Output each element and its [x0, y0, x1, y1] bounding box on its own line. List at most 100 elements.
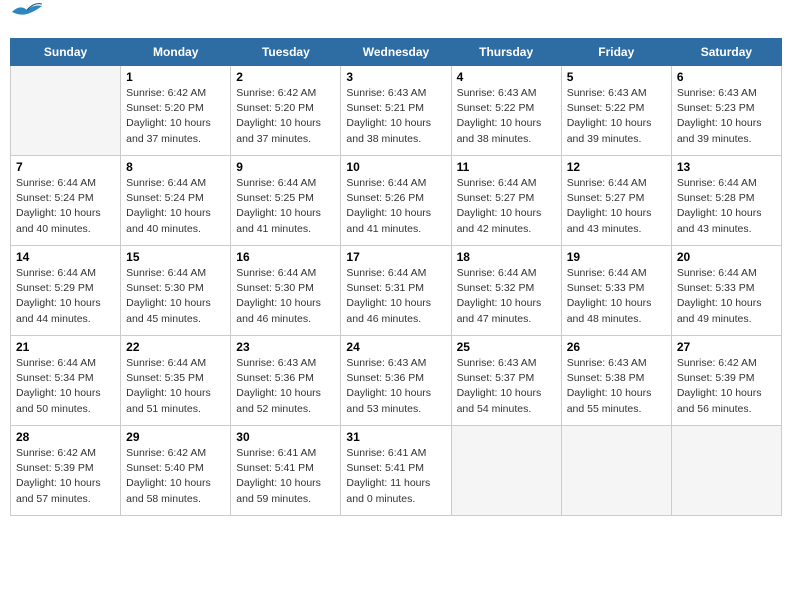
day-number: 17: [346, 250, 445, 264]
day-number: 7: [16, 160, 115, 174]
calendar-cell: [451, 426, 561, 516]
day-info: Sunrise: 6:44 AMSunset: 5:26 PMDaylight:…: [346, 176, 445, 237]
weekday-header-row: SundayMondayTuesdayWednesdayThursdayFrid…: [11, 39, 782, 66]
day-number: 21: [16, 340, 115, 354]
day-number: 29: [126, 430, 225, 444]
day-info: Sunrise: 6:42 AMSunset: 5:20 PMDaylight:…: [126, 86, 225, 147]
day-number: 3: [346, 70, 445, 84]
day-info: Sunrise: 6:43 AMSunset: 5:38 PMDaylight:…: [567, 356, 666, 417]
day-info: Sunrise: 6:42 AMSunset: 5:20 PMDaylight:…: [236, 86, 335, 147]
calendar-cell: 11 Sunrise: 6:44 AMSunset: 5:27 PMDayligh…: [451, 156, 561, 246]
day-number: 23: [236, 340, 335, 354]
weekday-header-wednesday: Wednesday: [341, 39, 451, 66]
calendar-cell: 2 Sunrise: 6:42 AMSunset: 5:20 PMDaylight…: [231, 66, 341, 156]
day-info: Sunrise: 6:42 AMSunset: 5:39 PMDaylight:…: [677, 356, 776, 417]
day-info: Sunrise: 6:42 AMSunset: 5:40 PMDaylight:…: [126, 446, 225, 507]
day-number: 14: [16, 250, 115, 264]
calendar-cell: 1Sunrise: 6:42 AMSunset: 5:20 PMDaylight…: [121, 66, 231, 156]
day-info: Sunrise: 6:44 AMSunset: 5:31 PMDaylight:…: [346, 266, 445, 327]
calendar-cell: 17 Sunrise: 6:44 AMSunset: 5:31 PMDayligh…: [341, 246, 451, 336]
page-header: [10, 10, 782, 32]
calendar-cell: 20Sunrise: 6:44 AMSunset: 5:33 PMDayligh…: [671, 246, 781, 336]
weekday-header-monday: Monday: [121, 39, 231, 66]
day-info: Sunrise: 6:41 AMSunset: 5:41 PMDaylight:…: [236, 446, 335, 507]
day-info: Sunrise: 6:43 AMSunset: 5:21 PMDaylight:…: [346, 86, 445, 147]
day-info: Sunrise: 6:44 AMSunset: 5:33 PMDaylight:…: [567, 266, 666, 327]
day-number: 6: [677, 70, 776, 84]
day-number: 5: [567, 70, 666, 84]
day-info: Sunrise: 6:43 AMSunset: 5:22 PMDaylight:…: [457, 86, 556, 147]
day-number: 8: [126, 160, 225, 174]
weekday-header-saturday: Saturday: [671, 39, 781, 66]
calendar-cell: 29 Sunrise: 6:42 AMSunset: 5:40 PMDayligh…: [121, 426, 231, 516]
week-row-3: 14Sunrise: 6:44 AMSunset: 5:29 PMDayligh…: [11, 246, 782, 336]
day-info: Sunrise: 6:44 AMSunset: 5:24 PMDaylight:…: [126, 176, 225, 237]
calendar-cell: 31 Sunrise: 6:41 AMSunset: 5:41 PMDayligh…: [341, 426, 451, 516]
day-info: Sunrise: 6:43 AMSunset: 5:37 PMDaylight:…: [457, 356, 556, 417]
day-info: Sunrise: 6:44 AMSunset: 5:30 PMDaylight:…: [236, 266, 335, 327]
calendar-cell: 3 Sunrise: 6:43 AMSunset: 5:21 PMDaylight…: [341, 66, 451, 156]
day-number: 2: [236, 70, 335, 84]
day-number: 12: [567, 160, 666, 174]
calendar-cell: 24 Sunrise: 6:43 AMSunset: 5:36 PMDayligh…: [341, 336, 451, 426]
day-info: Sunrise: 6:44 AMSunset: 5:25 PMDaylight:…: [236, 176, 335, 237]
calendar-cell: 10Sunrise: 6:44 AMSunset: 5:26 PMDayligh…: [341, 156, 451, 246]
day-info: Sunrise: 6:43 AMSunset: 5:22 PMDaylight:…: [567, 86, 666, 147]
calendar-cell: 22 Sunrise: 6:44 AMSunset: 5:35 PMDayligh…: [121, 336, 231, 426]
calendar-cell: 28Sunrise: 6:42 AMSunset: 5:39 PMDayligh…: [11, 426, 121, 516]
day-info: Sunrise: 6:44 AMSunset: 5:35 PMDaylight:…: [126, 356, 225, 417]
day-number: 4: [457, 70, 556, 84]
day-info: Sunrise: 6:43 AMSunset: 5:23 PMDaylight:…: [677, 86, 776, 147]
day-number: 26: [567, 340, 666, 354]
day-number: 31: [346, 430, 445, 444]
day-info: Sunrise: 6:44 AMSunset: 5:27 PMDaylight:…: [457, 176, 556, 237]
calendar-cell: 23Sunrise: 6:43 AMSunset: 5:36 PMDayligh…: [231, 336, 341, 426]
calendar-header: SundayMondayTuesdayWednesdayThursdayFrid…: [11, 39, 782, 66]
calendar-cell: 18 Sunrise: 6:44 AMSunset: 5:32 PMDayligh…: [451, 246, 561, 336]
day-info: Sunrise: 6:44 AMSunset: 5:33 PMDaylight:…: [677, 266, 776, 327]
day-info: Sunrise: 6:44 AMSunset: 5:32 PMDaylight:…: [457, 266, 556, 327]
week-row-1: 1Sunrise: 6:42 AMSunset: 5:20 PMDaylight…: [11, 66, 782, 156]
calendar-cell: 12 Sunrise: 6:44 AMSunset: 5:27 PMDayligh…: [561, 156, 671, 246]
calendar-cell: 8 Sunrise: 6:44 AMSunset: 5:24 PMDaylight…: [121, 156, 231, 246]
weekday-header-sunday: Sunday: [11, 39, 121, 66]
day-number: 11: [457, 160, 556, 174]
calendar-cell: 30Sunrise: 6:41 AMSunset: 5:41 PMDayligh…: [231, 426, 341, 516]
calendar-cell: 14Sunrise: 6:44 AMSunset: 5:29 PMDayligh…: [11, 246, 121, 336]
day-number: 24: [346, 340, 445, 354]
calendar-cell: [561, 426, 671, 516]
weekday-header-tuesday: Tuesday: [231, 39, 341, 66]
calendar-cell: 26 Sunrise: 6:43 AMSunset: 5:38 PMDayligh…: [561, 336, 671, 426]
calendar-cell: 19Sunrise: 6:44 AMSunset: 5:33 PMDayligh…: [561, 246, 671, 336]
calendar-cell: 21 Sunrise: 6:44 AMSunset: 5:34 PMDayligh…: [11, 336, 121, 426]
day-number: 15: [126, 250, 225, 264]
calendar-cell: 6 Sunrise: 6:43 AMSunset: 5:23 PMDaylight…: [671, 66, 781, 156]
week-row-2: 7 Sunrise: 6:44 AMSunset: 5:24 PMDaylight…: [11, 156, 782, 246]
day-info: Sunrise: 6:42 AMSunset: 5:39 PMDaylight:…: [16, 446, 115, 507]
calendar-cell: 7Sunrise: 6:44 AMSunset: 5:24 PMDaylight…: [11, 156, 121, 246]
day-number: 13: [677, 160, 776, 174]
week-row-4: 21 Sunrise: 6:44 AMSunset: 5:34 PMDayligh…: [11, 336, 782, 426]
calendar-cell: 15Sunrise: 6:44 AMSunset: 5:30 PMDayligh…: [121, 246, 231, 336]
calendar-cell: 25Sunrise: 6:43 AMSunset: 5:37 PMDayligh…: [451, 336, 561, 426]
calendar-cell: 16Sunrise: 6:44 AMSunset: 5:30 PMDayligh…: [231, 246, 341, 336]
calendar-cell: [11, 66, 121, 156]
week-row-5: 28Sunrise: 6:42 AMSunset: 5:39 PMDayligh…: [11, 426, 782, 516]
weekday-header-friday: Friday: [561, 39, 671, 66]
day-number: 18: [457, 250, 556, 264]
calendar-cell: 13 Sunrise: 6:44 AMSunset: 5:28 PMDayligh…: [671, 156, 781, 246]
calendar-cell: 27 Sunrise: 6:42 AMSunset: 5:39 PMDayligh…: [671, 336, 781, 426]
day-info: Sunrise: 6:41 AMSunset: 5:41 PMDaylight:…: [346, 446, 445, 507]
calendar-table: SundayMondayTuesdayWednesdayThursdayFrid…: [10, 38, 782, 516]
calendar-cell: [671, 426, 781, 516]
day-info: Sunrise: 6:44 AMSunset: 5:27 PMDaylight:…: [567, 176, 666, 237]
day-info: Sunrise: 6:44 AMSunset: 5:34 PMDaylight:…: [16, 356, 115, 417]
calendar-cell: 9Sunrise: 6:44 AMSunset: 5:25 PMDaylight…: [231, 156, 341, 246]
day-info: Sunrise: 6:43 AMSunset: 5:36 PMDaylight:…: [346, 356, 445, 417]
calendar-cell: 4 Sunrise: 6:43 AMSunset: 5:22 PMDaylight…: [451, 66, 561, 156]
day-number: 22: [126, 340, 225, 354]
calendar-cell: 5 Sunrise: 6:43 AMSunset: 5:22 PMDaylight…: [561, 66, 671, 156]
calendar-body: 1Sunrise: 6:42 AMSunset: 5:20 PMDaylight…: [11, 66, 782, 516]
day-info: Sunrise: 6:44 AMSunset: 5:28 PMDaylight:…: [677, 176, 776, 237]
day-number: 27: [677, 340, 776, 354]
